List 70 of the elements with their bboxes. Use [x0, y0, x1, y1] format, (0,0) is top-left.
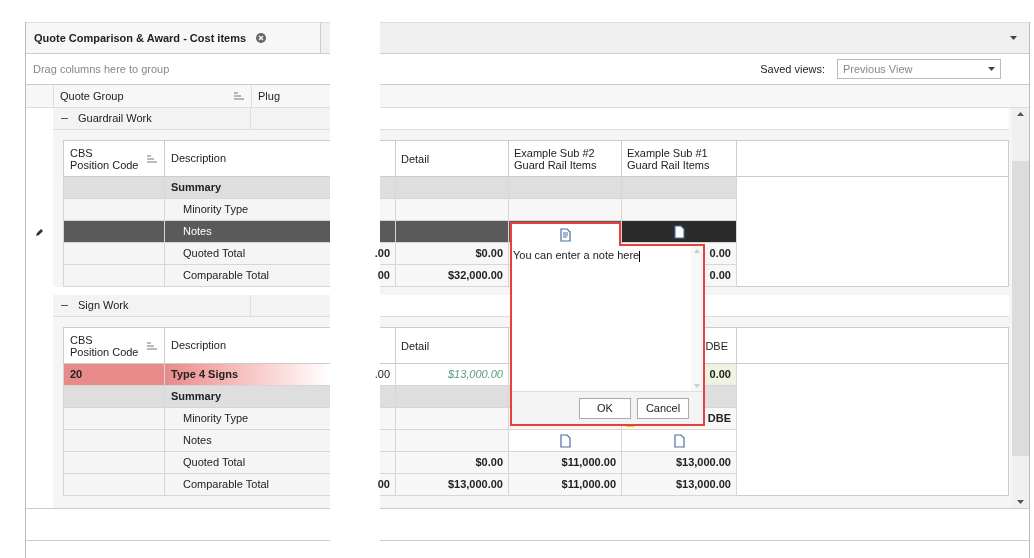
table-row-label[interactable]: Type 4 Signs: [164, 364, 330, 386]
column-header[interactable]: Description: [164, 327, 330, 364]
table-row-label[interactable]: Minority Type: [164, 199, 330, 221]
table-row-label[interactable]: Notes: [164, 221, 330, 243]
dialog-button[interactable]: OK: [579, 397, 631, 419]
cell-value: .00: [374, 367, 390, 383]
dialog-button[interactable]: Cancel: [637, 397, 689, 419]
table-row-label[interactable]: Comparable Total: [164, 265, 330, 287]
column-header[interactable]: [380, 327, 396, 364]
cell-value: $13,000.00: [675, 477, 731, 493]
scroll-up-icon[interactable]: [1017, 112, 1024, 116]
document-tab[interactable]: Quote Comparison & Award - Cost items: [26, 23, 321, 53]
table-cell: [380, 177, 396, 199]
cell-value: 00: [377, 268, 390, 284]
table-cell: [380, 199, 396, 221]
table-cell: [380, 408, 396, 430]
cell-value: $13,000.00: [447, 367, 503, 383]
cell-value: $0.00: [475, 455, 503, 471]
table-row-label[interactable]: Quoted Total: [164, 452, 330, 474]
cell-value: $13,000.00: [447, 477, 503, 493]
cell-value: $11,000.00: [561, 477, 616, 493]
group-row[interactable]: Guardrail Work: [53, 108, 330, 130]
scroll-down-icon[interactable]: [1017, 500, 1024, 504]
cell-value: 00: [377, 477, 390, 493]
table-cell: [380, 430, 396, 452]
column-header[interactable]: Description: [164, 140, 330, 177]
scrollbar-thumb[interactable]: [1012, 160, 1029, 456]
cell-value: .00: [374, 246, 390, 262]
column-header[interactable]: Example Sub #1 Guard Rail Items: [622, 140, 737, 177]
table-row-label[interactable]: Quoted Total: [164, 243, 330, 265]
document-icon[interactable]: [673, 224, 685, 239]
table-row-label[interactable]: Notes: [164, 430, 330, 452]
cell-value: 0.00: [709, 246, 731, 262]
column-header[interactable]: Detail: [396, 140, 509, 177]
group-panel-hint: Drag columns here to group: [33, 61, 170, 77]
group-title: Guardrail Work: [78, 111, 153, 127]
pencil-icon: [35, 227, 44, 237]
cell-value: $32,000.00: [447, 268, 503, 284]
table-row-label[interactable]: Comparable Total: [164, 474, 330, 496]
table-row-label[interactable]: Minority Type: [164, 408, 330, 430]
table-row-label[interactable]: Summary: [164, 177, 330, 199]
caret-icon[interactable]: [1010, 36, 1017, 40]
saved-views-label: Saved views:: [760, 61, 825, 77]
cell-value: 0.00: [709, 268, 731, 284]
cell-value: DBE: [707, 411, 731, 427]
cell-value: 0.00: [709, 367, 731, 383]
cell-value: $13,000.00: [675, 455, 731, 471]
saved-views-dropdown[interactable]: Previous View: [837, 59, 1001, 79]
column-header[interactable]: [380, 140, 396, 177]
cell-value: $0.00: [475, 246, 503, 262]
column-header[interactable]: Detail: [396, 327, 509, 364]
table-cell: 20: [63, 364, 164, 386]
column-header[interactable]: Quote Group: [53, 85, 251, 107]
group-title: Sign Work: [78, 298, 130, 314]
scrollbar[interactable]: [1012, 108, 1029, 508]
note-field[interactable]: You can enter a note here: [512, 246, 703, 392]
column-header[interactable]: CBS Position Code: [63, 140, 164, 177]
close-icon[interactable]: [256, 33, 267, 43]
caret-icon: [988, 67, 995, 71]
sort-icon: [147, 341, 158, 350]
cell-value: $11,000.00: [561, 455, 616, 471]
sort-icon: [234, 92, 245, 100]
sort-icon: [147, 154, 158, 163]
column-header[interactable]: Example Sub #2 Guard Rail Items: [509, 140, 622, 177]
column-header[interactable]: CBS Position Code: [63, 327, 164, 364]
group-row[interactable]: Sign Work: [53, 295, 330, 317]
table-row-label[interactable]: Summary: [164, 386, 330, 408]
tab-title: Quote Comparison & Award - Cost items: [34, 30, 247, 46]
group-row[interactable]: [380, 108, 1009, 130]
text-cursor: [639, 250, 641, 262]
